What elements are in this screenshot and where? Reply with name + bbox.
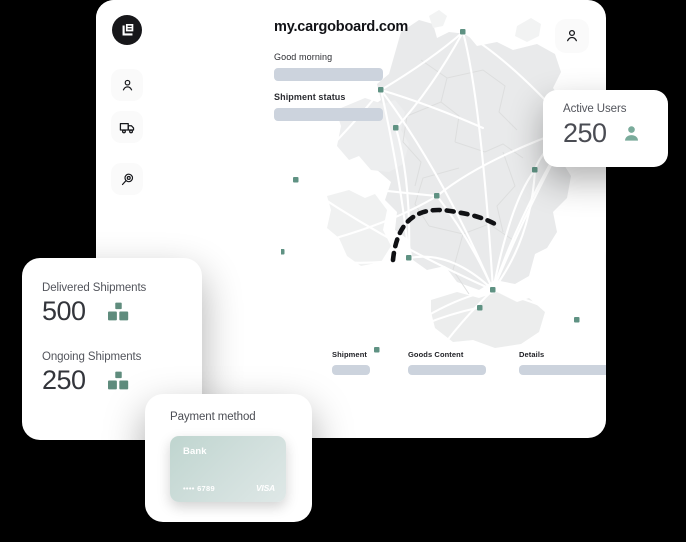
- shipment-status-label: Shipment status: [274, 92, 346, 102]
- ongoing-shipments-value: 250: [42, 365, 86, 395]
- delivered-shipments-stat: Delivered Shipments 500: [42, 282, 202, 327]
- ongoing-shipments-title: Ongoing Shipments: [42, 351, 142, 363]
- active-users-value: 250: [563, 118, 607, 148]
- cargoboard-logo-icon[interactable]: [112, 15, 142, 45]
- column-header-label: Shipment: [332, 350, 367, 359]
- sidebar-item-tracking[interactable]: [111, 163, 143, 195]
- active-users-card[interactable]: Active Users 250: [543, 90, 668, 167]
- screenshot-stage: my.cargoboard.com Good morning Shipment …: [0, 0, 686, 542]
- greeting-label: Good morning: [274, 52, 333, 62]
- payment-method-card[interactable]: Payment method Bank •••• 6789 VISA: [145, 394, 312, 522]
- stat-spacer: [42, 327, 202, 351]
- shipment-status-field: Shipment status: [274, 92, 383, 121]
- truck-icon: [119, 122, 134, 133]
- ongoing-shipments-stat: Ongoing Shipments 250: [42, 351, 202, 396]
- page-title: my.cargoboard.com: [274, 19, 409, 35]
- column-cell-placeholder[interactable]: [408, 365, 486, 375]
- table-column-shipment: Shipment: [332, 350, 370, 375]
- boxes-icon: [107, 302, 128, 321]
- search-tracking-icon: [121, 173, 133, 185]
- account-button[interactable]: [555, 19, 589, 53]
- greeting-value-placeholder[interactable]: [274, 68, 383, 81]
- table-column-goods-content: Goods Content: [408, 350, 486, 375]
- payment-method-title: Payment method: [170, 411, 256, 423]
- active-users-title: Active Users: [563, 103, 627, 115]
- credit-card-number: •••• 6789: [183, 484, 215, 493]
- delivered-shipments-row: 500: [42, 296, 202, 327]
- active-users-row: 250: [563, 118, 668, 149]
- credit-card-bank-label: Bank: [183, 446, 207, 457]
- credit-card[interactable]: Bank •••• 6789 VISA: [170, 436, 286, 502]
- credit-card-brand: VISA: [255, 483, 275, 493]
- person-filled-icon: [624, 126, 638, 141]
- column-header-label: Goods Content: [408, 350, 464, 359]
- logo-glyph: [122, 23, 133, 35]
- delivered-shipments-title: Delivered Shipments: [42, 282, 147, 294]
- sidebar-item-profile[interactable]: [111, 69, 143, 101]
- table-column-details: Details: [519, 350, 606, 375]
- shipment-status-value-placeholder[interactable]: [274, 108, 383, 121]
- person-icon: [122, 79, 132, 90]
- boxes-icon: [107, 371, 128, 390]
- ongoing-shipments-row: 250: [42, 365, 202, 396]
- column-cell-placeholder[interactable]: [332, 365, 370, 375]
- column-cell-placeholder[interactable]: [519, 365, 606, 375]
- sidebar-item-shipments[interactable]: [111, 111, 143, 143]
- delivered-shipments-value: 500: [42, 296, 86, 326]
- column-header-label: Details: [519, 350, 545, 359]
- person-icon: [567, 29, 577, 42]
- greeting-field: Good morning: [274, 52, 383, 81]
